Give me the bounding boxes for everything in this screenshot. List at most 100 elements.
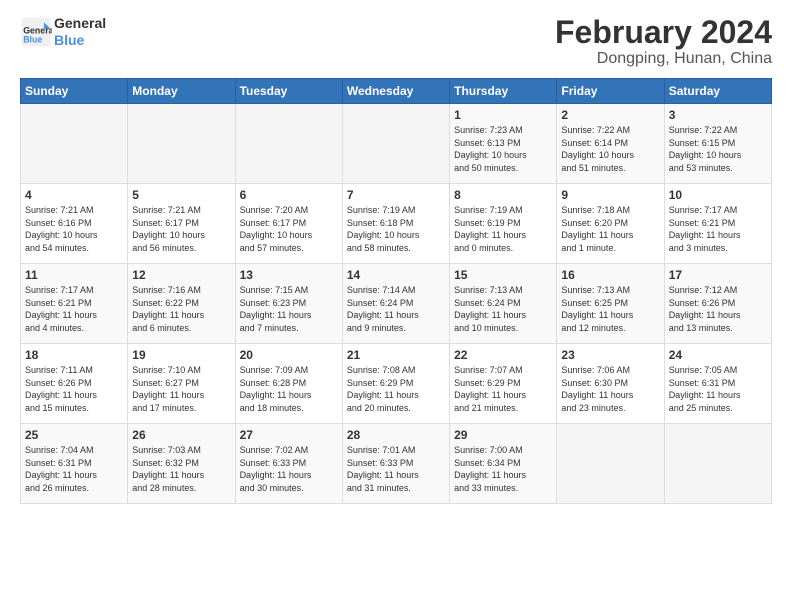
day-number: 16 (561, 268, 659, 282)
calendar-cell: 4 Sunrise: 7:21 AMSunset: 6:16 PMDaylight… (21, 184, 128, 264)
day-number: 2 (561, 108, 659, 122)
day-number: 15 (454, 268, 552, 282)
logo: General Blue General Blue (20, 15, 106, 49)
day-info: Sunrise: 7:08 AMSunset: 6:29 PMDaylight:… (347, 364, 445, 414)
calendar-cell: 1 Sunrise: 7:23 AMSunset: 6:13 PMDaylight… (450, 104, 557, 184)
day-info: Sunrise: 7:19 AMSunset: 6:18 PMDaylight:… (347, 204, 445, 254)
svg-text:Blue: Blue (23, 34, 42, 44)
calendar-cell: 14 Sunrise: 7:14 AMSunset: 6:24 PMDayligh… (342, 264, 449, 344)
day-number: 4 (25, 188, 123, 202)
calendar-cell: 18 Sunrise: 7:11 AMSunset: 6:26 PMDayligh… (21, 344, 128, 424)
day-info: Sunrise: 7:22 AMSunset: 6:14 PMDaylight:… (561, 124, 659, 174)
calendar-cell: 20Sunrise: 7:09 AMSunset: 6:28 PMDayligh… (235, 344, 342, 424)
calendar-cell: 16 Sunrise: 7:13 AMSunset: 6:25 PMDayligh… (557, 264, 664, 344)
header-friday: Friday (557, 79, 664, 104)
day-number: 21 (347, 348, 445, 362)
day-info: Sunrise: 7:19 AMSunset: 6:19 PMDaylight:… (454, 204, 552, 254)
calendar-cell (21, 104, 128, 184)
header-thursday: Thursday (450, 79, 557, 104)
calendar-cell: 26 Sunrise: 7:03 AMSunset: 6:32 PMDayligh… (128, 424, 235, 504)
calendar-cell: 19 Sunrise: 7:10 AMSunset: 6:27 PMDayligh… (128, 344, 235, 424)
day-number: 18 (25, 348, 123, 362)
day-info: Sunrise: 7:13 AMSunset: 6:24 PMDaylight:… (454, 284, 552, 334)
day-info: Sunrise: 7:15 AMSunset: 6:23 PMDaylight:… (240, 284, 338, 334)
calendar-week-row: 25 Sunrise: 7:04 AMSunset: 6:31 PMDayligh… (21, 424, 772, 504)
day-info: Sunrise: 7:07 AMSunset: 6:29 PMDaylight:… (454, 364, 552, 414)
day-info: Sunrise: 7:14 AMSunset: 6:24 PMDaylight:… (347, 284, 445, 334)
calendar-cell: 12Sunrise: 7:16 AMSunset: 6:22 PMDayligh… (128, 264, 235, 344)
day-info: Sunrise: 7:10 AMSunset: 6:27 PMDaylight:… (132, 364, 230, 414)
title-block: February 2024 Dongping, Hunan, China (555, 15, 772, 68)
calendar-week-row: 11 Sunrise: 7:17 AMSunset: 6:21 PMDayligh… (21, 264, 772, 344)
day-number: 25 (25, 428, 123, 442)
day-number: 29 (454, 428, 552, 442)
day-info: Sunrise: 7:05 AMSunset: 6:31 PMDaylight:… (669, 364, 767, 414)
day-number: 17 (669, 268, 767, 282)
day-number: 7 (347, 188, 445, 202)
calendar-cell: 7 Sunrise: 7:19 AMSunset: 6:18 PMDaylight… (342, 184, 449, 264)
logo-general: General (54, 15, 106, 31)
calendar-cell (557, 424, 664, 504)
calendar-cell (235, 104, 342, 184)
day-number: 22 (454, 348, 552, 362)
day-number: 1 (454, 108, 552, 122)
day-info: Sunrise: 7:17 AMSunset: 6:21 PMDaylight:… (669, 204, 767, 254)
calendar-cell: 5 Sunrise: 7:21 AMSunset: 6:17 PMDaylight… (128, 184, 235, 264)
day-info: Sunrise: 7:21 AMSunset: 6:17 PMDaylight:… (132, 204, 230, 254)
day-info: Sunrise: 7:21 AMSunset: 6:16 PMDaylight:… (25, 204, 123, 254)
day-number: 13 (240, 268, 338, 282)
header-sunday: Sunday (21, 79, 128, 104)
day-number: 9 (561, 188, 659, 202)
day-info: Sunrise: 7:00 AMSunset: 6:34 PMDaylight:… (454, 444, 552, 494)
day-info: Sunrise: 7:17 AMSunset: 6:21 PMDaylight:… (25, 284, 123, 334)
month-year: February 2024 (555, 15, 772, 50)
day-info: Sunrise: 7:02 AMSunset: 6:33 PMDaylight:… (240, 444, 338, 494)
calendar-cell: 3 Sunrise: 7:22 AMSunset: 6:15 PMDaylight… (664, 104, 771, 184)
day-info: Sunrise: 7:03 AMSunset: 6:32 PMDaylight:… (132, 444, 230, 494)
day-number: 11 (25, 268, 123, 282)
header-tuesday: Tuesday (235, 79, 342, 104)
day-info: Sunrise: 7:18 AMSunset: 6:20 PMDaylight:… (561, 204, 659, 254)
day-number: 3 (669, 108, 767, 122)
day-info: Sunrise: 7:09 AMSunset: 6:28 PMDaylight:… (240, 364, 338, 414)
calendar-week-row: 1 Sunrise: 7:23 AMSunset: 6:13 PMDaylight… (21, 104, 772, 184)
day-info: Sunrise: 7:11 AMSunset: 6:26 PMDaylight:… (25, 364, 123, 414)
calendar-cell: 22 Sunrise: 7:07 AMSunset: 6:29 PMDayligh… (450, 344, 557, 424)
calendar-cell: 24 Sunrise: 7:05 AMSunset: 6:31 PMDayligh… (664, 344, 771, 424)
day-number: 14 (347, 268, 445, 282)
calendar-cell: 10 Sunrise: 7:17 AMSunset: 6:21 PMDayligh… (664, 184, 771, 264)
calendar-cell: 11 Sunrise: 7:17 AMSunset: 6:21 PMDayligh… (21, 264, 128, 344)
day-info: Sunrise: 7:13 AMSunset: 6:25 PMDaylight:… (561, 284, 659, 334)
calendar-cell: 21 Sunrise: 7:08 AMSunset: 6:29 PMDayligh… (342, 344, 449, 424)
day-number: 19 (132, 348, 230, 362)
day-info: Sunrise: 7:01 AMSunset: 6:33 PMDaylight:… (347, 444, 445, 494)
day-number: 5 (132, 188, 230, 202)
calendar-cell: 28 Sunrise: 7:01 AMSunset: 6:33 PMDayligh… (342, 424, 449, 504)
day-number: 27 (240, 428, 338, 442)
day-number: 12 (132, 268, 230, 282)
calendar-cell (342, 104, 449, 184)
page-header: General Blue General Blue February 2024 … (20, 15, 772, 68)
calendar-cell: 25 Sunrise: 7:04 AMSunset: 6:31 PMDayligh… (21, 424, 128, 504)
calendar-cell: 9 Sunrise: 7:18 AMSunset: 6:20 PMDaylight… (557, 184, 664, 264)
day-info: Sunrise: 7:06 AMSunset: 6:30 PMDaylight:… (561, 364, 659, 414)
location: Dongping, Hunan, China (555, 50, 772, 68)
calendar-cell: 27 Sunrise: 7:02 AMSunset: 6:33 PMDayligh… (235, 424, 342, 504)
day-info: Sunrise: 7:20 AMSunset: 6:17 PMDaylight:… (240, 204, 338, 254)
day-number: 26 (132, 428, 230, 442)
day-number: 10 (669, 188, 767, 202)
calendar-cell (128, 104, 235, 184)
day-number: 28 (347, 428, 445, 442)
day-info: Sunrise: 7:12 AMSunset: 6:26 PMDaylight:… (669, 284, 767, 334)
calendar-header-row: Sunday Monday Tuesday Wednesday Thursday… (21, 79, 772, 104)
calendar-cell (664, 424, 771, 504)
day-number: 24 (669, 348, 767, 362)
day-info: Sunrise: 7:22 AMSunset: 6:15 PMDaylight:… (669, 124, 767, 174)
logo-blue: Blue (54, 32, 84, 48)
calendar-cell: 2 Sunrise: 7:22 AMSunset: 6:14 PMDaylight… (557, 104, 664, 184)
day-info: Sunrise: 7:04 AMSunset: 6:31 PMDaylight:… (25, 444, 123, 494)
page-container: General Blue General Blue February 2024 … (0, 0, 792, 514)
calendar-cell: 17 Sunrise: 7:12 AMSunset: 6:26 PMDayligh… (664, 264, 771, 344)
day-number: 8 (454, 188, 552, 202)
day-info: Sunrise: 7:23 AMSunset: 6:13 PMDaylight:… (454, 124, 552, 174)
